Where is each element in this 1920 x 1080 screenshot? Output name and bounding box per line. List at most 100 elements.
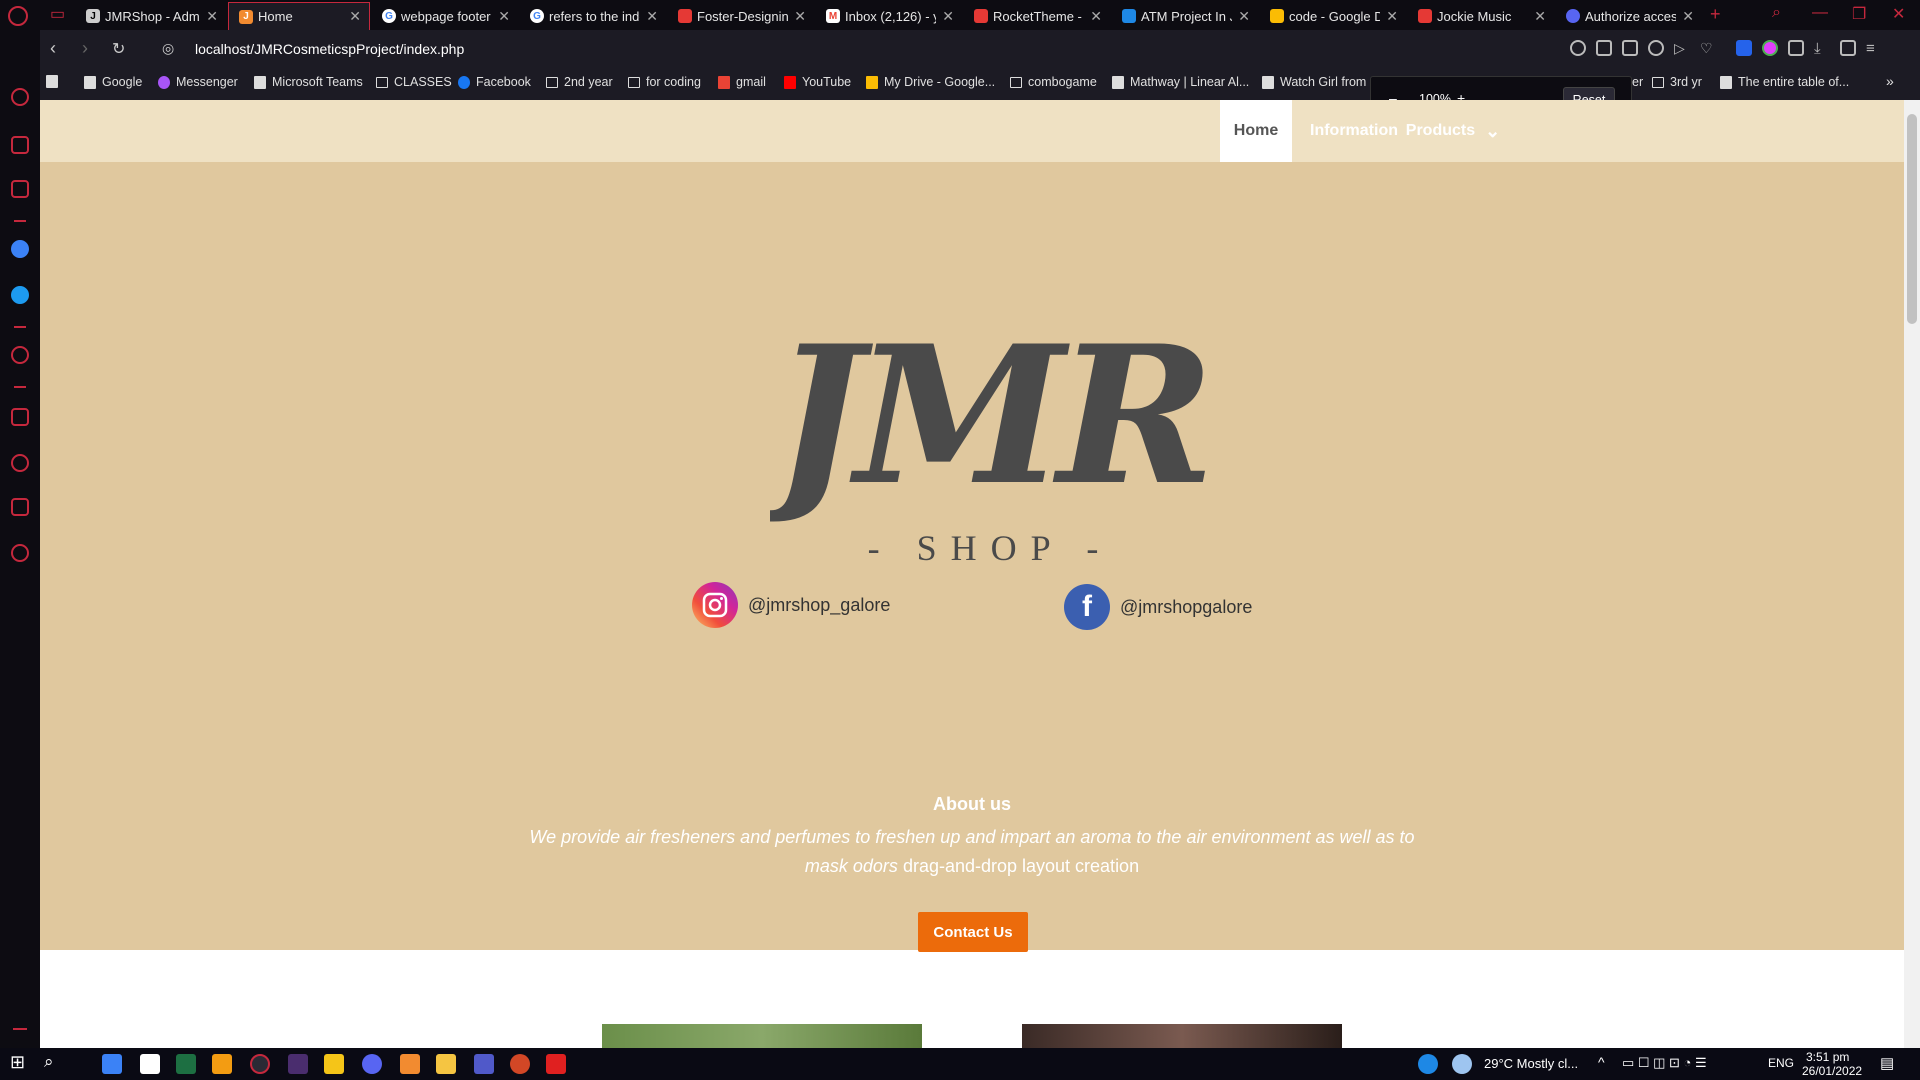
back-icon[interactable]: ‹ — [50, 38, 56, 59]
site-info-icon[interactable]: ◎ — [162, 40, 174, 57]
help-icon[interactable] — [1418, 1054, 1438, 1074]
search-icon[interactable]: ⌕ — [44, 1052, 64, 1072]
edit-icon[interactable] — [1596, 40, 1612, 56]
file-explorer-icon[interactable] — [436, 1054, 456, 1074]
camera-icon[interactable] — [1622, 40, 1638, 56]
zoom-icon[interactable] — [1570, 40, 1586, 56]
url-field[interactable]: localhost/JMRCosmeticspProject/index.php — [195, 41, 464, 57]
acrobat-icon[interactable] — [546, 1054, 566, 1074]
adblock-icon[interactable] — [1648, 40, 1664, 56]
tab-foster-designing[interactable]: Foster-Designing ✕ — [668, 2, 814, 30]
bookmark-entire-table[interactable]: The entire table of... — [1720, 75, 1849, 89]
close-tab-icon[interactable]: ✕ — [794, 8, 806, 25]
heart-icon[interactable]: ♡ — [1700, 40, 1716, 56]
nav-products[interactable]: Products ⌄ — [1406, 100, 1500, 162]
download-icon[interactable]: ⤓ — [1814, 40, 1830, 57]
product-image[interactable] — [1022, 1024, 1342, 1048]
speed-dial-icon[interactable] — [11, 88, 29, 106]
history-icon[interactable] — [11, 454, 29, 472]
more-icon[interactable] — [13, 1028, 27, 1030]
close-tab-icon[interactable]: ✕ — [498, 8, 510, 25]
discord-icon[interactable] — [362, 1054, 382, 1074]
pinboard-icon[interactable] — [11, 408, 29, 426]
extensions-icon[interactable] — [1788, 40, 1804, 56]
instagram-link[interactable]: @jmrshop_galore — [692, 582, 890, 628]
battery-icon[interactable] — [1840, 40, 1856, 56]
messenger-icon[interactable] — [11, 240, 29, 258]
language-indicator[interactable]: ENG — [1768, 1056, 1794, 1070]
clock-date[interactable]: 26/01/2022 — [1802, 1064, 1862, 1078]
bitwarden-icon[interactable] — [1736, 40, 1752, 56]
bookmark-youtube[interactable]: YouTube — [784, 75, 851, 89]
bookmark-facebook[interactable]: Facebook — [458, 75, 531, 89]
desktop-app-icon[interactable] — [102, 1054, 122, 1074]
teams-icon[interactable] — [474, 1054, 494, 1074]
bookmark-my-drive[interactable]: My Drive - Google... — [866, 75, 995, 89]
app-icon[interactable] — [212, 1054, 232, 1074]
trello-icon[interactable] — [288, 1054, 308, 1074]
reload-icon[interactable]: ↻ — [112, 39, 125, 59]
notifications-icon[interactable]: ▤ — [1880, 1054, 1894, 1072]
product-image[interactable] — [602, 1024, 922, 1048]
minimize-icon[interactable]: — — [1812, 4, 1828, 22]
tab-gmail-inbox[interactable]: M Inbox (2,126) - yv ✕ — [816, 2, 962, 30]
page-scrollbar[interactable] — [1904, 100, 1920, 1048]
bookmark-2nd-year[interactable]: 2nd year — [546, 75, 613, 89]
close-tab-icon[interactable]: ✕ — [1682, 8, 1694, 25]
close-tab-icon[interactable]: ✕ — [942, 8, 954, 25]
chevron-up-icon[interactable]: ^ — [1598, 1054, 1605, 1070]
close-tab-icon[interactable]: ✕ — [1386, 8, 1398, 25]
new-tab-icon[interactable]: + — [1710, 4, 1721, 25]
opera-logo-icon[interactable] — [8, 6, 28, 26]
tab-atm-project[interactable]: ATM Project In Ja ✕ — [1112, 2, 1258, 30]
bookmark-mathway[interactable]: Mathway | Linear Al... — [1112, 75, 1249, 89]
close-tab-icon[interactable]: ✕ — [646, 8, 658, 25]
twitter-icon[interactable] — [11, 286, 29, 304]
close-window-icon[interactable]: ✕ — [1892, 4, 1905, 24]
weather-text[interactable]: 29°C Mostly cl... — [1484, 1056, 1578, 1071]
tab-home[interactable]: J Home ✕ — [228, 2, 370, 30]
bookmark-google[interactable]: Google — [84, 75, 142, 89]
contact-us-button[interactable]: Contact Us — [918, 912, 1028, 952]
gamepad-icon[interactable]: ▭ — [50, 4, 65, 24]
tab-rockettheme[interactable]: RocketTheme - Jo ✕ — [964, 2, 1110, 30]
shopping-icon[interactable] — [11, 136, 29, 154]
close-tab-icon[interactable]: ✕ — [349, 8, 361, 25]
nav-information[interactable]: Information — [1304, 100, 1404, 162]
tab-google-drive[interactable]: code - Google Dr ✕ — [1260, 2, 1406, 30]
twitch-icon[interactable] — [11, 180, 29, 198]
extensions-icon[interactable] — [11, 498, 29, 516]
forward-icon[interactable]: › — [82, 38, 88, 59]
search-tabs-icon[interactable]: ⌕ — [1772, 4, 1781, 22]
more-bookmarks-icon[interactable]: » — [1886, 73, 1894, 89]
bookmark-microsoft-teams[interactable]: Microsoft Teams — [254, 75, 363, 89]
close-tab-icon[interactable]: ✕ — [1238, 8, 1250, 25]
menu-icon[interactable]: ≡ — [1866, 40, 1882, 57]
nav-home[interactable]: Home — [1220, 100, 1292, 162]
clock-time[interactable]: 3:51 pm — [1806, 1050, 1849, 1064]
bookmark-page-icon[interactable] — [46, 75, 64, 88]
settings-icon[interactable] — [11, 544, 29, 562]
sticky-notes-icon[interactable] — [324, 1054, 344, 1074]
bookmark-messenger[interactable]: Messenger — [158, 75, 238, 89]
restore-icon[interactable]: ❐ — [1852, 4, 1866, 24]
bookmark-gmail[interactable]: gmail — [718, 75, 766, 89]
powerpoint-icon[interactable] — [510, 1054, 530, 1074]
facebook-link[interactable]: f @jmrshopgalore — [1064, 584, 1252, 630]
close-tab-icon[interactable]: ✕ — [1534, 8, 1546, 25]
bookmark-classes[interactable]: CLASSES — [376, 75, 452, 89]
excel-icon[interactable] — [176, 1054, 196, 1074]
close-tab-icon[interactable]: ✕ — [206, 8, 218, 25]
close-tab-icon[interactable]: ✕ — [1090, 8, 1102, 25]
bookmark-3rd-yr[interactable]: 3rd yr — [1652, 75, 1702, 89]
bookmark-combogame[interactable]: combogame — [1010, 75, 1097, 89]
tab-jmrshop-admin[interactable]: J JMRShop - Admin ✕ — [76, 2, 226, 30]
bookmark-for-coding[interactable]: for coding — [628, 75, 701, 89]
tab-webpage-footer[interactable]: G webpage footer ✕ — [372, 2, 518, 30]
xampp-icon[interactable] — [400, 1054, 420, 1074]
tab-jockie-music[interactable]: Jockie Music ✕ — [1408, 2, 1554, 30]
send-icon[interactable]: ▷ — [1674, 40, 1690, 56]
bookmark-watch-girl[interactable]: Watch Girl from — [1262, 75, 1366, 89]
tab-refers-to-index[interactable]: G refers to the index ✕ — [520, 2, 666, 30]
tab-authorize-access[interactable]: Authorize access ✕ — [1556, 2, 1702, 30]
